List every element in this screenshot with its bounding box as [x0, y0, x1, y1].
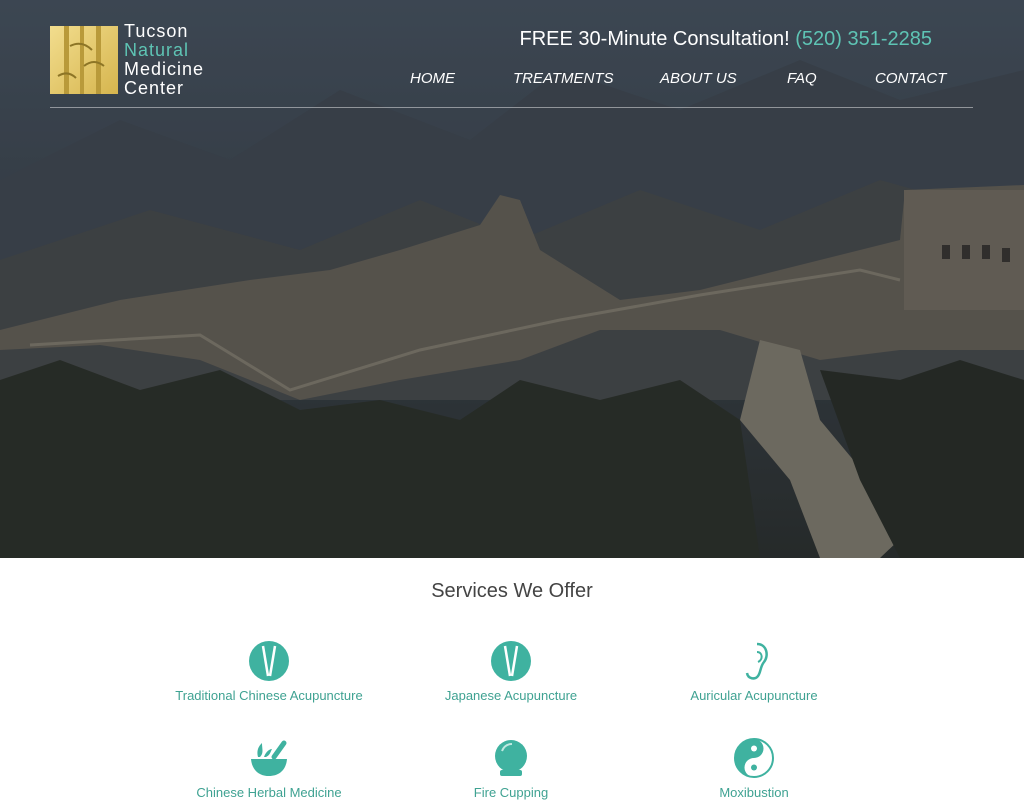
nav-about-us[interactable]: ABOUT US	[660, 70, 737, 87]
service-traditional-chinese-acupuncture[interactable]: Traditional Chinese Acupuncture	[149, 640, 389, 703]
service-moxibustion[interactable]: Moxibustion	[634, 737, 874, 800]
service-auricular-acupuncture[interactable]: Auricular Acupuncture	[634, 640, 874, 703]
logo-line-1: Tucson	[124, 21, 189, 41]
service-label: Traditional Chinese Acupuncture	[175, 688, 363, 703]
main-nav: HOME TREATMENTS ABOUT US FAQ CONTACT	[410, 70, 950, 90]
cupping-jar-icon	[495, 740, 527, 776]
yin-yang-icon	[734, 738, 774, 778]
service-fire-cupping[interactable]: Fire Cupping	[391, 737, 631, 800]
logo-line-2: Natural	[124, 40, 190, 60]
logo-line-4: Center	[124, 78, 185, 98]
service-chinese-herbal-medicine[interactable]: Chinese Herbal Medicine	[149, 737, 389, 800]
services-heading: Services We Offer	[431, 580, 593, 602]
mortar-pestle-icon	[251, 740, 287, 776]
nav-treatments[interactable]: TREATMENTS	[513, 70, 614, 87]
service-japanese-acupuncture[interactable]: Japanese Acupuncture	[391, 640, 631, 703]
service-label: Japanese Acupuncture	[444, 688, 578, 703]
service-label: Chinese Herbal Medicine	[196, 785, 342, 800]
consult-text: FREE 30-Minute Consultation!	[519, 28, 790, 50]
site-logo[interactable]: Tucson Natural Medicine Center	[50, 22, 204, 98]
hero-banner: Tucson Natural Medicine Center FREE 30-M…	[0, 0, 1024, 558]
header-divider	[50, 107, 973, 108]
phone-number-link[interactable]: (520) 351-2285	[795, 28, 932, 50]
logo-line-3: Medicine	[124, 59, 205, 79]
nav-contact[interactable]: CONTACT	[875, 70, 946, 87]
consultation-banner: FREE 30-Minute Consultation! (520) 351-2…	[520, 28, 932, 51]
nav-faq[interactable]: FAQ	[787, 70, 817, 87]
service-label: Auricular Acupuncture	[690, 688, 818, 703]
service-label: Moxibustion	[719, 785, 789, 800]
nav-home[interactable]: HOME	[410, 70, 455, 87]
bamboo-logo-icon	[50, 26, 118, 94]
ear-icon	[745, 642, 768, 680]
acupuncture-needles-icon	[249, 641, 289, 681]
acupuncture-needles-icon	[491, 641, 531, 681]
logo-wordmark: Tucson Natural Medicine Center	[124, 22, 204, 98]
service-label: Fire Cupping	[473, 785, 549, 800]
